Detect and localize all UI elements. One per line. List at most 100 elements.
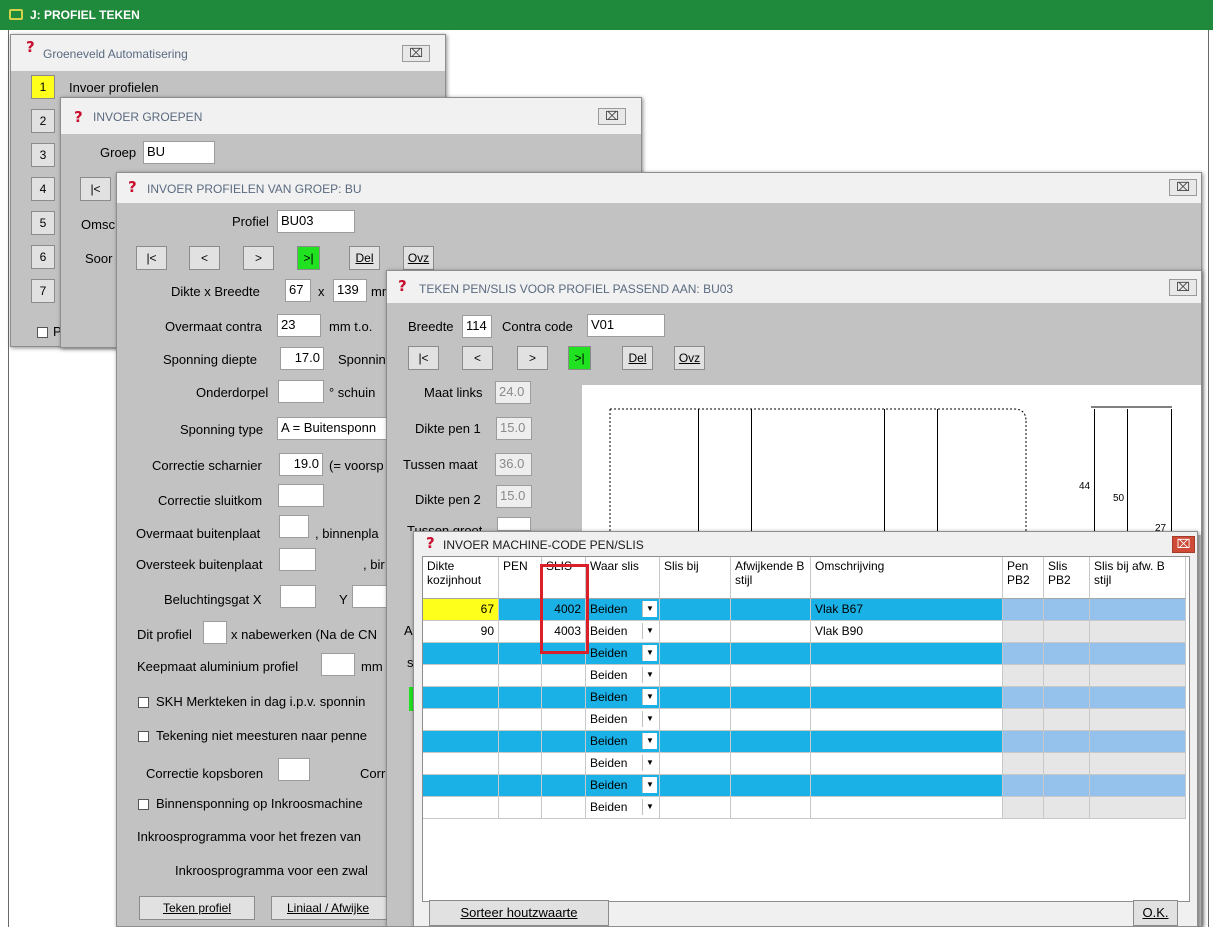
cell-afwijkende[interactable] [731, 753, 811, 775]
correctie-kopsboren-field[interactable] [278, 758, 310, 781]
menu-button-2[interactable]: 2 [31, 109, 55, 133]
close-icon[interactable]: ⌧ [598, 108, 626, 125]
help-icon[interactable]: ? [26, 38, 35, 56]
cell-slis-bij[interactable] [660, 643, 731, 665]
cell-pen[interactable] [499, 753, 542, 775]
nav-prev-button[interactable]: < [462, 346, 493, 370]
cell-pen-pb2[interactable] [1003, 621, 1044, 643]
cell-pen-pb2[interactable] [1003, 643, 1044, 665]
cell-pen-pb2[interactable] [1003, 753, 1044, 775]
overzicht-button[interactable]: Ovz [674, 346, 705, 370]
dikte-field[interactable]: 67 [285, 279, 311, 302]
cell-afwijkende[interactable] [731, 797, 811, 819]
keepmaat-field[interactable] [321, 653, 355, 676]
cell-slis-pb2[interactable] [1044, 621, 1090, 643]
liniaal-button[interactable]: Liniaal / Afwijke [271, 896, 387, 920]
cell-slis-bij[interactable] [660, 731, 731, 753]
cell-slis[interactable] [542, 709, 586, 731]
cell-afwijkende[interactable] [731, 731, 811, 753]
cell-slis-bij[interactable] [660, 775, 731, 797]
cell-pen[interactable] [499, 731, 542, 753]
correctie-sluitkom-field[interactable] [278, 484, 324, 507]
cell-slis-pb2[interactable] [1044, 797, 1090, 819]
cell-dikte[interactable] [423, 775, 499, 797]
ok-button[interactable]: O.K. [1133, 900, 1178, 926]
groep-field[interactable]: BU [143, 141, 215, 164]
cell-omschrijving[interactable] [811, 797, 1003, 819]
contra-code-field[interactable]: V01 [587, 314, 665, 337]
dropdown-arrow-icon[interactable]: ▼ [642, 777, 657, 793]
overmaat-buitenplaat-field[interactable] [279, 515, 309, 538]
breedte-field[interactable]: 114 [462, 315, 492, 338]
help-icon[interactable]: ? [426, 534, 435, 552]
cell-pen[interactable] [499, 621, 542, 643]
cell-pen-pb2[interactable] [1003, 599, 1044, 621]
sorteer-houtzwaarte-button[interactable]: Sorteer houtzwaarte [429, 900, 609, 926]
cell-dikte[interactable] [423, 665, 499, 687]
cell-slis-afw[interactable] [1090, 709, 1186, 731]
tussen-maat-field[interactable]: 36.0 [495, 453, 532, 476]
cell-slis[interactable]: 4003 [542, 621, 586, 643]
cell-pen[interactable] [499, 665, 542, 687]
cell-slis[interactable] [542, 775, 586, 797]
dropdown-arrow-icon[interactable]: ▼ [642, 733, 657, 749]
cell-slis-afw[interactable] [1090, 687, 1186, 709]
cell-afwijkende[interactable] [731, 621, 811, 643]
cell-slis-bij[interactable] [660, 687, 731, 709]
cell-omschrijving[interactable] [811, 709, 1003, 731]
cell-slis-pb2[interactable] [1044, 775, 1090, 797]
close-icon[interactable]: ⌧ [1172, 536, 1195, 553]
dropdown-arrow-icon[interactable]: ▼ [642, 645, 657, 661]
cell-omschrijving[interactable]: Vlak B90 [811, 621, 1003, 643]
onderdorpel-field[interactable] [278, 380, 324, 403]
beluchtingsgat-x-field[interactable] [280, 585, 316, 608]
menu-button-7[interactable]: 7 [31, 279, 55, 303]
cell-afwijkende[interactable] [731, 775, 811, 797]
cell-slis-pb2[interactable] [1044, 599, 1090, 621]
cell-pen[interactable] [499, 797, 542, 819]
cell-pen[interactable] [499, 709, 542, 731]
cell-dikte[interactable] [423, 643, 499, 665]
menu-button-4[interactable]: 4 [31, 177, 55, 201]
cell-omschrijving[interactable] [811, 731, 1003, 753]
breedte-field[interactable]: 139 [333, 279, 367, 302]
cell-slis-bij[interactable] [660, 709, 731, 731]
menu-button-1[interactable]: 1 [31, 75, 55, 99]
cell-slis[interactable] [542, 731, 586, 753]
help-icon[interactable]: ? [74, 108, 83, 126]
dropdown-arrow-icon[interactable]: ▼ [642, 623, 657, 639]
cell-slis-afw[interactable] [1090, 599, 1186, 621]
cell-slis[interactable] [542, 687, 586, 709]
cell-afwijkende[interactable] [731, 709, 811, 731]
sponning-type-select[interactable]: A = Buitensponn [277, 417, 397, 440]
cell-slis[interactable] [542, 665, 586, 687]
cell-slis-bij[interactable] [660, 797, 731, 819]
cell-slis-afw[interactable] [1090, 797, 1186, 819]
close-icon[interactable]: ⌧ [402, 45, 430, 62]
cell-dikte[interactable]: 67 [423, 599, 499, 621]
menu-button-5[interactable]: 5 [31, 211, 55, 235]
delete-button[interactable]: Del [622, 346, 653, 370]
cell-pen-pb2[interactable] [1003, 731, 1044, 753]
nav-next-button[interactable]: > [517, 346, 548, 370]
sponning-diepte-field[interactable]: 17.0 [280, 347, 324, 370]
oversteek-buitenplaat-field[interactable] [279, 548, 316, 571]
overzicht-button[interactable]: Ovz [403, 246, 434, 270]
cell-slis-pb2[interactable] [1044, 643, 1090, 665]
binnensponning-checkbox[interactable] [138, 799, 149, 810]
cell-slis[interactable]: 4002 [542, 599, 586, 621]
cell-pen-pb2[interactable] [1003, 775, 1044, 797]
cell-omschrijving[interactable] [811, 665, 1003, 687]
cell-pen-pb2[interactable] [1003, 709, 1044, 731]
skh-checkbox[interactable] [138, 697, 149, 708]
cell-afwijkende[interactable] [731, 687, 811, 709]
nav-last-button[interactable]: >| [297, 246, 320, 270]
nav-next-button[interactable]: > [243, 246, 274, 270]
cell-pen-pb2[interactable] [1003, 665, 1044, 687]
cell-waar-slis[interactable]: Beiden ▼ [586, 753, 660, 775]
cell-omschrijving[interactable] [811, 753, 1003, 775]
dikte-pen2-field[interactable]: 15.0 [496, 485, 532, 508]
correctie-scharnier-field[interactable]: 19.0 [279, 453, 323, 476]
cell-slis[interactable] [542, 797, 586, 819]
cell-slis-afw[interactable] [1090, 775, 1186, 797]
